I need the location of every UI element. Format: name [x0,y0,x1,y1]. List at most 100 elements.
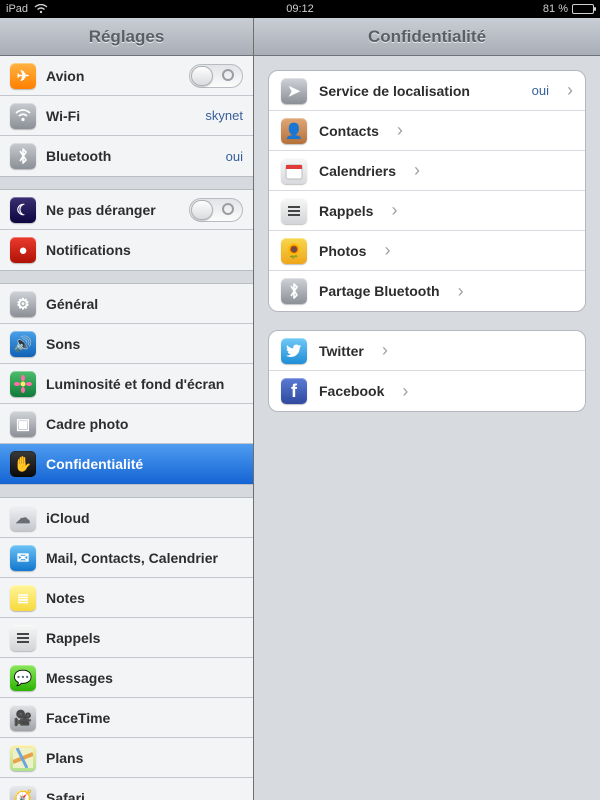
detail-title: Confidentialité [254,18,600,56]
sidebar-item-safari[interactable]: 🧭 Safari [0,778,253,800]
detail-scroll[interactable]: ➤Service de localisationoui›👤Contacts›Ca… [254,56,600,800]
sidebar-item-label: Rappels [46,630,100,646]
sidebar-item-general[interactable]: ⚙ Général [0,284,253,324]
bluetooth-value: oui [226,149,243,164]
sidebar-item-label: Cadre photo [46,416,128,432]
sidebar-item-avion[interactable]: ✈ Avion [0,56,253,96]
sidebar-item-cadre[interactable]: ▣Cadre photo [0,404,253,444]
detail-item-label: Partage Bluetooth [319,283,440,299]
settings-sidebar: Réglages ✈ Avion Wi-Fi skynet Bluetooth oui ☾ N… [0,18,254,800]
battery-text: 81 % [543,3,568,15]
sidebar-item-notifications[interactable]: ● Notifications [0,230,253,270]
detail-item-label: Calendriers [319,163,396,179]
confidentialite-icon: ✋ [10,451,36,477]
sidebar-item-confidentialite[interactable]: ✋ Confidentialité [0,444,253,484]
sidebar-item-bluetooth[interactable]: Bluetooth oui [0,136,253,176]
chevron-right-icon: › [397,120,403,141]
notes-icon: ≣ [10,585,36,611]
sidebar-item-label: Sons [46,336,80,352]
detail-item-rappels[interactable]: Rappels › [269,191,585,231]
detail-item-label: Rappels [319,203,373,219]
detail-item-label: Twitter [319,343,364,359]
sidebar-item-label: Avion [46,68,84,84]
sidebar-item-sons[interactable]: 🔊 Sons [0,324,253,364]
detail-item-label: Facebook [319,383,384,399]
wifi-value: skynet [205,108,243,123]
sidebar-item-label: Mail, Contacts, Calendrier [46,550,218,566]
notifications-icon: ● [10,237,36,263]
detail-pane: Confidentialité ➤ Service de localisation… [254,18,600,800]
avion-icon: ✈ [10,63,36,89]
bluetooth-icon [10,143,36,169]
sidebar-item-label: FaceTime [46,710,110,726]
wifi-status-icon [34,4,48,14]
facetime-icon: 🎥 [10,705,36,731]
detail-item-label: Photos [319,243,366,259]
sidebar-item-mail[interactable]: ✉ Mail, Contacts, Calendrier [0,538,253,578]
detail-item-localisation[interactable]: ➤ Service de localisation oui › [269,71,585,111]
chevron-right-icon: › [391,200,397,221]
detail-item-calendriers[interactable]: Calendriers › [269,151,585,191]
btshare-icon [281,278,307,304]
sons-icon: 🔊 [10,331,36,357]
chevron-right-icon: › [567,80,573,101]
messages-icon: 💬 [10,665,36,691]
dnd-toggle[interactable] [189,198,243,222]
sidebar-item-label: Plans [46,750,83,766]
sidebar-item-facetime[interactable]: 🎥 FaceTime [0,698,253,738]
chevron-right-icon: › [402,381,408,402]
sidebar-item-label: iCloud [46,510,90,526]
sidebar-item-label: Général [46,296,98,312]
calendriers-icon [281,158,307,184]
sidebar-item-messages[interactable]: 💬 Messages [0,658,253,698]
sidebar-item-label: Confidentialité [46,456,143,472]
chevron-right-icon: › [382,340,388,361]
plans-icon [10,745,36,771]
sidebar-item-label: Wi-Fi [46,108,80,124]
sidebar-item-label: Bluetooth [46,148,111,164]
sidebar-item-label: Messages [46,670,113,686]
sidebar-item-notes[interactable]: ≣Notes [0,578,253,618]
luminosite-icon [10,371,36,397]
facebook-icon: f [281,378,307,404]
twitter-icon [281,338,307,364]
chevron-right-icon: › [384,240,390,261]
sidebar-item-label: Notifications [46,242,131,258]
sidebar-scroll[interactable]: ✈ Avion Wi-Fi skynet Bluetooth oui ☾ Ne pas dér… [0,56,253,800]
contacts-icon: 👤 [281,118,307,144]
dnd-icon: ☾ [10,197,36,223]
clock: 09:12 [202,3,398,15]
localisation-value: oui [532,83,549,98]
localisation-icon: ➤ [281,78,307,104]
sidebar-item-plans[interactable]: Plans [0,738,253,778]
sidebar-title: Réglages [0,18,253,56]
sidebar-item-label: Safari [46,790,85,800]
sidebar-item-label: Ne pas déranger [46,202,156,218]
mail-icon: ✉ [10,545,36,571]
detail-item-photos[interactable]: 🌻 Photos › [269,231,585,271]
sidebar-item-label: Luminosité et fond d'écran [46,376,224,392]
wifi-icon [10,103,36,129]
safari-icon: 🧭 [10,785,36,800]
status-bar: iPad 09:12 81 % [0,0,600,18]
chevron-right-icon: › [414,160,420,181]
battery-icon [572,4,594,14]
chevron-right-icon: › [458,281,464,302]
sidebar-item-luminosite[interactable]: Luminosité et fond d'écran [0,364,253,404]
sidebar-item-dnd[interactable]: ☾ Ne pas déranger [0,190,253,230]
sidebar-item-wifi[interactable]: Wi-Fi skynet [0,96,253,136]
detail-item-label: Service de localisation [319,83,470,99]
photos-icon: 🌻 [281,238,307,264]
avion-toggle[interactable] [189,64,243,88]
detail-item-contacts[interactable]: 👤 Contacts › [269,111,585,151]
icloud-icon: ☁ [10,505,36,531]
detail-item-label: Contacts [319,123,379,139]
rappels-icon [281,198,307,224]
detail-item-facebook[interactable]: f Facebook › [269,371,585,411]
detail-item-twitter[interactable]: Twitter › [269,331,585,371]
detail-item-btshare[interactable]: Partage Bluetooth › [269,271,585,311]
rappels-icon [10,625,36,651]
sidebar-item-icloud[interactable]: ☁ iCloud [0,498,253,538]
general-icon: ⚙ [10,291,36,317]
sidebar-item-rappels[interactable]: Rappels [0,618,253,658]
